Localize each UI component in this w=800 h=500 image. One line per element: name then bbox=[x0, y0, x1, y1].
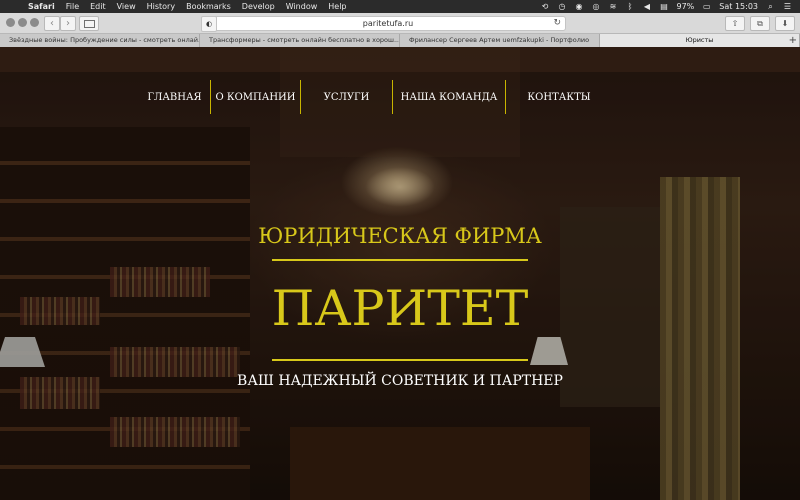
tab-star-wars[interactable]: Звёздные войны: Пробуждение силы - смотр… bbox=[0, 34, 200, 47]
nav-services-link[interactable]: УСЛУГИ bbox=[301, 80, 392, 114]
hero-subtitle: ЮРИДИЧЕСКАЯ ФИРМА bbox=[258, 224, 542, 248]
menu-view[interactable]: View bbox=[117, 0, 136, 13]
sidebar-toggle-button[interactable] bbox=[79, 16, 99, 31]
chevron-right-icon: › bbox=[66, 18, 70, 29]
share-icon: ⇧ bbox=[731, 19, 739, 28]
eye-icon[interactable]: ◎ bbox=[592, 2, 601, 11]
privacy-shield-icon[interactable]: ◐ bbox=[201, 16, 217, 32]
menu-edit[interactable]: Edit bbox=[90, 0, 106, 13]
address-bar-url: paritetufa.ru bbox=[362, 19, 414, 28]
share-button[interactable]: ⇧ bbox=[725, 16, 745, 31]
tab-overview-button[interactable]: ⧉ bbox=[750, 16, 770, 31]
volume-icon[interactable]: ◀ bbox=[643, 2, 652, 11]
browser-toolbar: ‹ › ◐ paritetufa.ru ↻ ⇧ ⧉ ⬇ bbox=[0, 13, 800, 34]
menubar-status-area: ⟲ ◷ ◉ ◎ ≋ ᛒ ◀ ▤ 97% ▭ Sat 15:03 ⌕ ☰ bbox=[541, 0, 800, 13]
battery-percent[interactable]: 97% bbox=[677, 0, 695, 13]
tab-transformers[interactable]: Трансформеры - смотреть онлайн бесплатно… bbox=[200, 34, 400, 47]
main-navigation: ГЛАВНАЯ О КОМПАНИИ УСЛУГИ НАША КОМАНДА К… bbox=[139, 80, 612, 114]
hero-overlay bbox=[0, 47, 800, 500]
window-close-button[interactable] bbox=[6, 18, 15, 27]
downloads-button[interactable]: ⬇ bbox=[775, 16, 795, 31]
menu-history[interactable]: History bbox=[147, 0, 175, 13]
hero-tagline: ВАШ НАДЕЖНЫЙ СОВЕТНИК И ПАРТНЕР bbox=[237, 373, 563, 389]
sync-check-icon[interactable]: ⟲ bbox=[541, 2, 550, 11]
flag-us-icon[interactable]: ▤ bbox=[660, 2, 669, 11]
hero-divider-top bbox=[272, 259, 528, 261]
reload-icon[interactable]: ↻ bbox=[553, 17, 561, 30]
hero-section: ГЛАВНАЯ О КОМПАНИИ УСЛУГИ НАША КОМАНДА К… bbox=[0, 47, 800, 500]
forward-button[interactable]: › bbox=[60, 16, 76, 31]
clock-icon[interactable]: ◷ bbox=[558, 2, 567, 11]
nav-about-link[interactable]: О КОМПАНИИ bbox=[211, 80, 300, 114]
tab-lawyers[interactable]: Юристы bbox=[600, 34, 800, 47]
menu-help[interactable]: Help bbox=[328, 0, 346, 13]
menu-develop[interactable]: Develop bbox=[242, 0, 275, 13]
window-minimize-button[interactable] bbox=[18, 18, 27, 27]
clock-time[interactable]: Sat 15:03 bbox=[719, 0, 758, 13]
nav-home-link[interactable]: ГЛАВНАЯ bbox=[139, 80, 210, 114]
chevron-left-icon: ‹ bbox=[50, 18, 54, 29]
address-bar[interactable]: ◐ paritetufa.ru ↻ bbox=[201, 16, 566, 32]
nav-contacts-link[interactable]: КОНТАКТЫ bbox=[506, 80, 612, 114]
download-icon: ⬇ bbox=[781, 19, 789, 28]
window-fullscreen-button[interactable] bbox=[30, 18, 39, 27]
nav-team-link[interactable]: НАША КОМАНДА bbox=[393, 80, 505, 114]
hero-divider-bottom bbox=[272, 359, 528, 361]
bluetooth-icon[interactable]: ᛒ bbox=[626, 2, 635, 11]
menu-file[interactable]: File bbox=[66, 0, 79, 13]
new-tab-plus-icon[interactable]: + bbox=[789, 34, 797, 47]
tabs-icon: ⧉ bbox=[757, 19, 763, 28]
wifi-icon[interactable]: ≋ bbox=[609, 2, 618, 11]
notification-center-icon[interactable]: ☰ bbox=[783, 2, 792, 11]
tab-freelancer[interactable]: Фрилансер Сергеев Артем uemfzakupki - По… bbox=[400, 34, 600, 47]
menu-bar: Safari File Edit View History Bookmarks … bbox=[0, 0, 800, 13]
menu-window[interactable]: Window bbox=[286, 0, 318, 13]
account-icon[interactable]: ◉ bbox=[575, 2, 584, 11]
menu-app-safari[interactable]: Safari bbox=[28, 0, 55, 13]
battery-icon[interactable]: ▭ bbox=[702, 2, 711, 11]
spotlight-search-icon[interactable]: ⌕ bbox=[766, 2, 775, 11]
back-button[interactable]: ‹ bbox=[44, 16, 60, 31]
tab-bar: Звёздные войны: Пробуждение силы - смотр… bbox=[0, 34, 800, 48]
hero-brand-title: ПАРИТЕТ bbox=[271, 280, 529, 337]
menu-bookmarks[interactable]: Bookmarks bbox=[186, 0, 231, 13]
